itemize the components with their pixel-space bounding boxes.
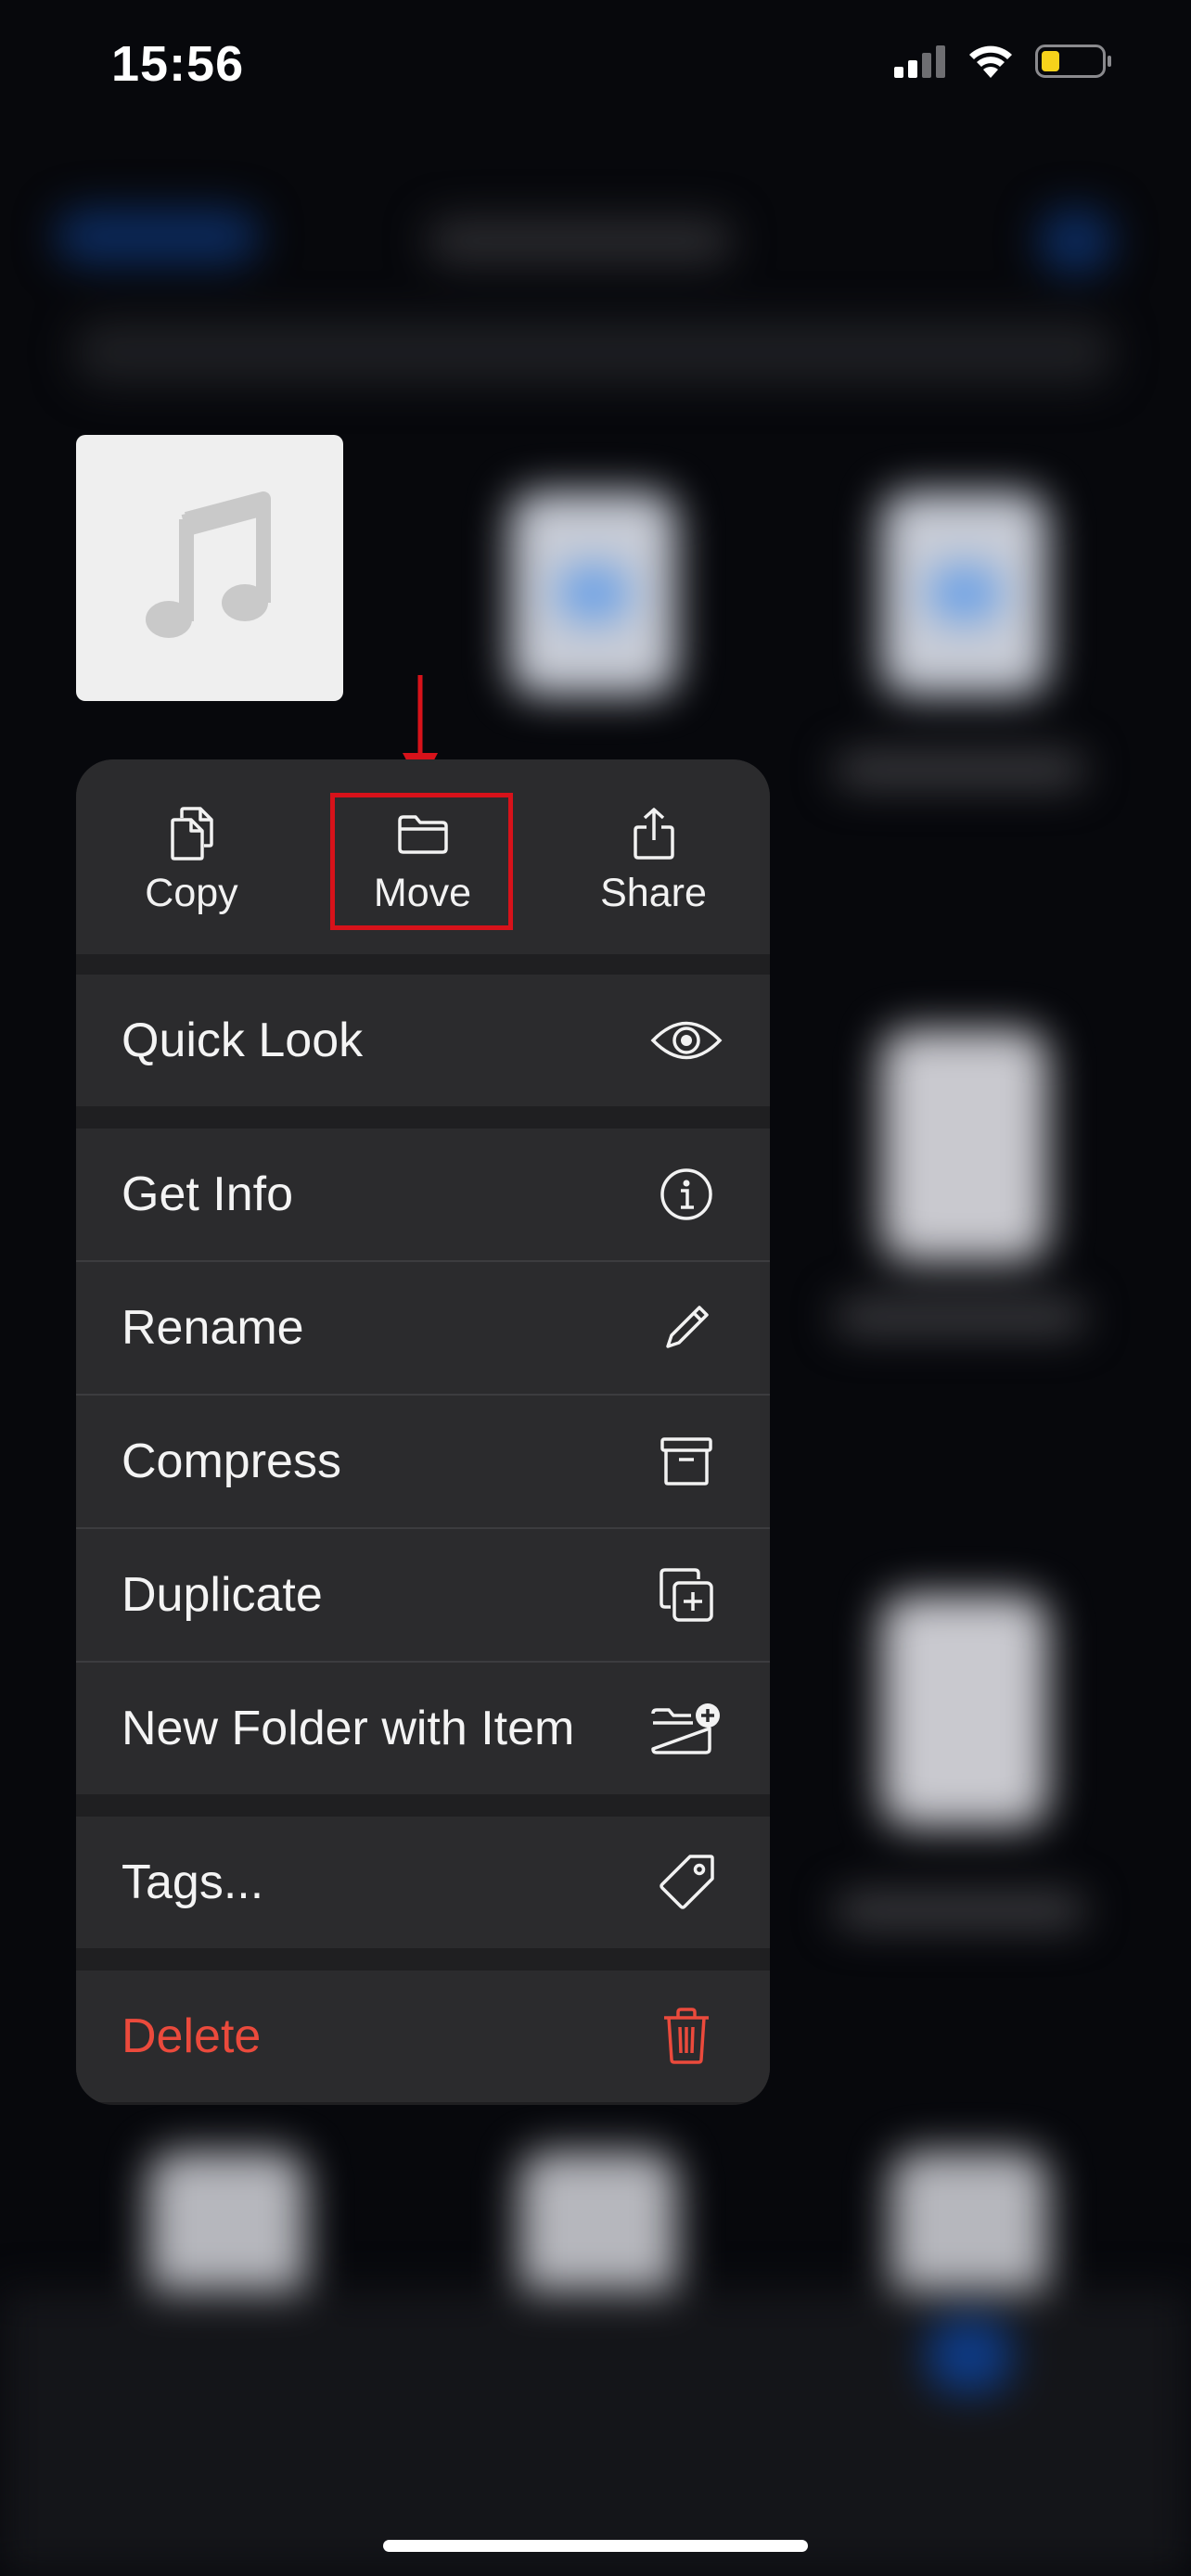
quick-look-label: Quick Look — [122, 1014, 364, 1067]
trash-icon — [649, 1999, 724, 2073]
delete-item[interactable]: Delete — [76, 1970, 770, 2102]
share-button[interactable]: Share — [538, 759, 769, 954]
signal-icon — [894, 45, 946, 83]
context-menu: Copy Move Share Quick Look Get Info Rena… — [76, 759, 770, 2105]
tags-label: Tags... — [122, 1855, 264, 1909]
info-icon — [649, 1157, 724, 1231]
file-thumbnail[interactable] — [76, 435, 343, 701]
music-note-icon — [145, 491, 275, 644]
quick-look-item[interactable]: Quick Look — [76, 975, 770, 1106]
rename-item[interactable]: Rename — [76, 1262, 770, 1394]
status-icons — [894, 43, 1113, 84]
copy-button[interactable]: Copy — [76, 759, 307, 954]
eye-icon — [649, 1003, 724, 1078]
copy-icon — [169, 806, 215, 861]
wifi-icon — [967, 43, 1015, 84]
tags-item[interactable]: Tags... — [76, 1817, 770, 1948]
compress-item[interactable]: Compress — [76, 1396, 770, 1527]
get-info-label: Get Info — [122, 1167, 293, 1221]
archive-box-icon — [649, 1424, 724, 1498]
tag-icon — [649, 1845, 724, 1919]
home-indicator[interactable] — [383, 2540, 808, 2552]
duplicate-label: Duplicate — [122, 1568, 323, 1622]
duplicate-icon — [649, 1558, 724, 1632]
pencil-icon — [649, 1291, 724, 1365]
rename-label: Rename — [122, 1301, 304, 1355]
quick-actions-bar: Copy Move Share — [76, 759, 770, 954]
compress-label: Compress — [122, 1435, 341, 1488]
copy-label: Copy — [145, 871, 238, 915]
battery-icon — [1035, 43, 1113, 84]
share-label: Share — [600, 871, 707, 915]
duplicate-item[interactable]: Duplicate — [76, 1529, 770, 1661]
get-info-item[interactable]: Get Info — [76, 1129, 770, 1260]
new-folder-with-item-item[interactable]: New Folder with Item — [76, 1663, 770, 1794]
delete-label: Delete — [122, 2009, 262, 2063]
folder-plus-icon — [649, 1691, 724, 1766]
move-highlight-box — [330, 793, 513, 930]
new-folder-with-item-label: New Folder with Item — [122, 1702, 575, 1755]
status-time: 15:56 — [111, 36, 245, 92]
share-icon — [632, 806, 676, 861]
